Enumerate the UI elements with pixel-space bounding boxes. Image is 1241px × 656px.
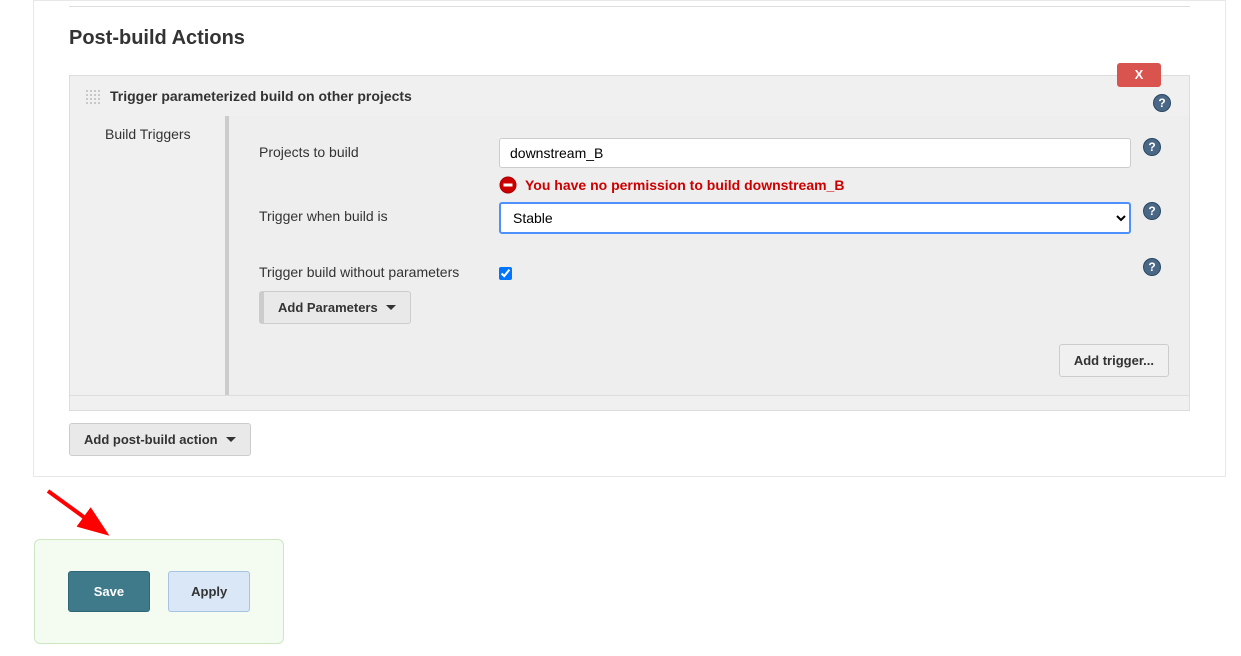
validation-error: You have no permission to build downstre… [499,176,1131,194]
save-apply-bar: Save Apply [34,539,284,644]
help-icon[interactable]: ? [1143,258,1161,276]
trigger-when-label: Trigger when build is [259,202,499,224]
add-post-build-action-button[interactable]: Add post-build action [69,423,251,456]
build-triggers-label: Build Triggers [70,116,220,395]
help-icon[interactable]: ? [1143,202,1161,220]
error-message: You have no permission to build downstre… [525,177,844,193]
add-trigger-button[interactable]: Add trigger... [1059,344,1169,377]
caret-down-icon [386,305,396,310]
add-parameters-button[interactable]: Add Parameters [259,291,411,324]
action-title: Trigger parameterized build on other pro… [110,88,412,104]
post-build-action-block: X Trigger parameterized build on other p… [69,75,1190,396]
action-header: Trigger parameterized build on other pro… [70,76,1189,116]
add-post-build-action-label: Add post-build action [84,432,218,447]
projects-to-build-label: Projects to build [259,138,499,160]
projects-to-build-input[interactable] [499,138,1131,168]
trigger-when-select[interactable]: Stable [499,202,1131,234]
apply-button[interactable]: Apply [168,571,250,612]
trigger-without-parameters-label: Trigger build without parameters [259,258,499,280]
help-icon[interactable]: ? [1143,138,1161,156]
delete-action-button[interactable]: X [1117,63,1161,87]
save-button[interactable]: Save [68,571,150,612]
add-parameters-label: Add Parameters [278,300,378,315]
caret-down-icon [226,437,236,442]
error-icon [499,176,517,194]
annotation-arrow-icon [38,486,118,546]
trigger-without-parameters-checkbox[interactable] [499,267,512,280]
block-footer-spacer [69,396,1190,411]
drag-handle-icon[interactable] [85,89,100,104]
section-title: Post-build Actions [69,6,1190,75]
help-icon[interactable]: ? [1153,94,1171,112]
